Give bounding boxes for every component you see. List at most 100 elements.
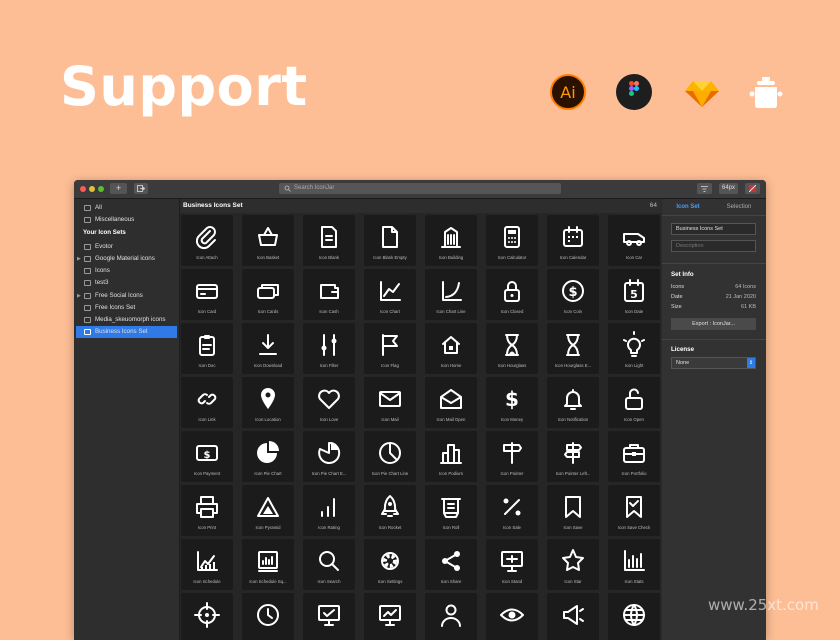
icon-tile[interactable]: Icon Portfolio [608, 431, 660, 482]
disclosure-triangle-icon[interactable]: ▶ [77, 290, 81, 302]
icon-tile[interactable]: Icon Chart [364, 269, 416, 320]
icon-tile[interactable]: Icon Save Check [608, 485, 660, 536]
sidebar-item-test3[interactable]: test3 [74, 277, 179, 289]
icon-tile[interactable]: Icon Schedule Sq... [242, 539, 294, 590]
icon-caption: Icon Mail [381, 417, 399, 422]
icon-tile[interactable]: Icon Notification [547, 377, 599, 428]
icon-tile[interactable]: Icon Mail [364, 377, 416, 428]
icon-tile[interactable]: Icon Rocket [364, 485, 416, 536]
set-title: Business Icons Set [183, 202, 243, 209]
icon-tile[interactable]: Icon Print [181, 485, 233, 536]
icon-tile[interactable]: Icon Cash [303, 269, 355, 320]
icon-tile[interactable]: Icon Stats [608, 539, 660, 590]
sidebar-item-free-social[interactable]: ▶ Free Social Icons [74, 290, 179, 302]
icon-tile[interactable]: Icon Location [242, 377, 294, 428]
zoom-window-button[interactable] [98, 186, 104, 192]
tab-selection[interactable]: Selection [715, 202, 763, 212]
search-input[interactable]: Search IconJar [279, 183, 561, 194]
minimize-window-button[interactable] [89, 186, 95, 192]
icon-tile[interactable]: Icon Pie Chart [242, 431, 294, 482]
icon-tile[interactable]: Icon Podium [425, 431, 477, 482]
icon-tile[interactable]: Icon Mail Open [425, 377, 477, 428]
set-icon [84, 317, 91, 323]
icon-tile[interactable]: Icon Closed [486, 269, 538, 320]
icon-tile[interactable]: Icon Blank Empty [364, 215, 416, 266]
icon-tile[interactable]: Icon Filter [303, 323, 355, 374]
sidebar-item-evotor[interactable]: Evotor [74, 241, 179, 253]
icon-caption: Icon Home [440, 363, 462, 368]
icon-tile[interactable]: Icon Car [608, 215, 660, 266]
icon-tile[interactable]: Icon Blank [303, 215, 355, 266]
icon-tile[interactable] [425, 593, 477, 640]
license-select[interactable]: None ⇕ [671, 357, 756, 369]
icon-glyph-icon [197, 393, 217, 405]
icon-tile[interactable]: Icon Rating [303, 485, 355, 536]
icon-tile[interactable]: Icon Basket [242, 215, 294, 266]
icon-tile[interactable]: Icon Pie Chart Line [364, 431, 416, 482]
chevron-updown-icon[interactable]: ⇕ [747, 358, 755, 368]
icon-tile[interactable]: Icon Flag [364, 323, 416, 374]
icon-tile[interactable] [242, 593, 294, 640]
icon-caption: Icon Light [624, 363, 644, 368]
sidebar-item-all[interactable]: All [74, 202, 179, 214]
tab-icon-set[interactable]: Icon Set [664, 202, 712, 212]
icon-tile[interactable] [486, 593, 538, 640]
icon-tile[interactable] [364, 593, 416, 640]
icon-tile[interactable]: Icon Love [303, 377, 355, 428]
icon-tile[interactable]: Icon Pointer [486, 431, 538, 482]
icon-tile[interactable]: Icon Calendar [547, 215, 599, 266]
icon-tile[interactable]: $ Icon Coin [547, 269, 599, 320]
icon-tile[interactable]: $ Icon Payment [181, 431, 233, 482]
icon-tile[interactable]: Icon Stand [486, 539, 538, 590]
import-button[interactable] [134, 183, 148, 194]
sidebar-item-free-icons[interactable]: Free Icons Set [74, 302, 179, 314]
icon-tile[interactable]: Icon Pyramid [242, 485, 294, 536]
sidebar-item-icons[interactable]: Icons [74, 265, 179, 277]
color-button[interactable] [745, 183, 760, 194]
icon-tile[interactable] [181, 593, 233, 640]
icon-tile[interactable]: Icon Search [303, 539, 355, 590]
icon-tile[interactable]: Icon Doc [181, 323, 233, 374]
icon-tile[interactable]: Icon Save [547, 485, 599, 536]
set-name-field[interactable]: Business Icons Set [671, 223, 756, 235]
icon-caption: Icon Flag [381, 363, 399, 368]
close-window-button[interactable] [80, 186, 86, 192]
icon-tile[interactable]: Icon Star [547, 539, 599, 590]
icon-tile[interactable] [303, 593, 355, 640]
icon-tile[interactable]: Icon Roll [425, 485, 477, 536]
icon-tile[interactable]: Icon Download [242, 323, 294, 374]
icon-tile[interactable]: Icon Share [425, 539, 477, 590]
icon-tile[interactable]: Icon Hourglass [486, 323, 538, 374]
icon-tile[interactable]: Icon Chart Line [425, 269, 477, 320]
sidebar-item-business-icons[interactable]: Business Icons Set [76, 326, 177, 338]
icon-tile[interactable]: Icon Calculator [486, 215, 538, 266]
icon-tile[interactable]: Icon Home [425, 323, 477, 374]
icon-tile[interactable]: Icon Schedule [181, 539, 233, 590]
description-field[interactable]: Description [671, 240, 756, 252]
icon-tile[interactable]: Icon Light [608, 323, 660, 374]
icon-tile[interactable]: 5 Icon Date [608, 269, 660, 320]
icon-tile[interactable]: Icon Hourglass E... [547, 323, 599, 374]
sidebar-item-google-material[interactable]: ▶ Google Material icons [74, 253, 179, 265]
icon-tile[interactable]: Icon Settings [364, 539, 416, 590]
export-button[interactable]: Export : IconJar... [671, 318, 756, 330]
filter-button[interactable] [697, 183, 712, 194]
sidebar-item-miscellaneous[interactable]: Miscellaneous [74, 214, 179, 226]
icon-tile[interactable]: Icon Pie Chart E... [303, 431, 355, 482]
icon-tile[interactable]: Icon Card [181, 269, 233, 320]
icon-tile[interactable] [547, 593, 599, 640]
icon-tile[interactable]: Icon Building [425, 215, 477, 266]
icon-tile[interactable] [608, 593, 660, 640]
sidebar-item-media-skeuomorph[interactable]: Media_skeuomorph icons [74, 314, 179, 326]
icon-tile[interactable]: Icon Sale [486, 485, 538, 536]
icon-tile[interactable]: Icon Open [608, 377, 660, 428]
icon-tile[interactable]: $ Icon Money [486, 377, 538, 428]
disclosure-triangle-icon[interactable]: ▶ [77, 253, 81, 265]
icon-tile[interactable]: Icon Cards [242, 269, 294, 320]
icon-tile[interactable]: Icon Link [181, 377, 233, 428]
icon-tile[interactable]: Icon Attach [181, 215, 233, 266]
info-row-date: Date 21 Jan 2020 [671, 294, 756, 300]
size-button[interactable]: 64px [719, 183, 738, 194]
add-button[interactable]: + [110, 183, 127, 194]
icon-tile[interactable]: Icon Pointer Left... [547, 431, 599, 482]
